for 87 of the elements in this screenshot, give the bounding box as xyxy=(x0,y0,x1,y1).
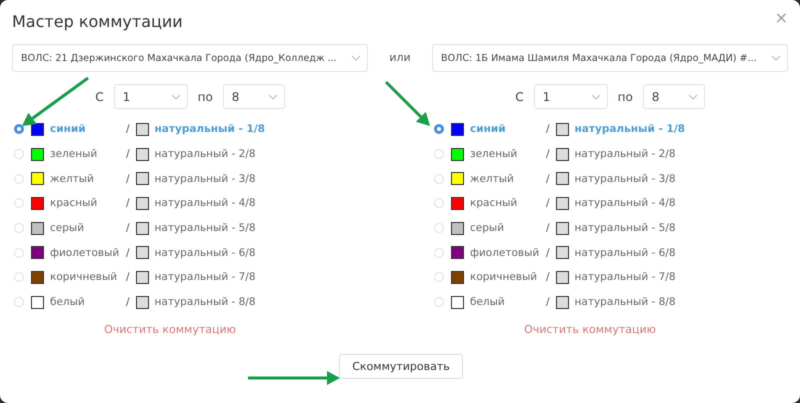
color-name: коричневый xyxy=(470,271,538,284)
fiber-label: натуральный - 4/8 xyxy=(154,197,256,210)
fiber-label: натуральный - 8/8 xyxy=(574,296,676,308)
chevron-down-icon xyxy=(771,55,781,61)
fiber-label: натуральный - 1/8 xyxy=(574,123,685,136)
arrow-drawing xyxy=(22,76,89,126)
fiber-label: натуральный - 5/8 xyxy=(154,222,256,234)
color-name: синий xyxy=(50,123,87,136)
connect-button[interactable]: Скоммутировать xyxy=(339,354,463,378)
slash: / xyxy=(126,246,130,259)
slash: / xyxy=(546,172,550,185)
fiber-label: натуральный - 3/8 xyxy=(154,172,256,185)
from-select[interactable]: 1 xyxy=(534,84,608,109)
cable-select[interactable]: ВОЛС: 1Б Имама Шамиля Махачкала Города (Ядро_МАДИ) #... xyxy=(432,44,788,72)
chevron-down-icon xyxy=(351,55,361,61)
fiber-swatch xyxy=(556,196,569,210)
slash: / xyxy=(126,148,130,160)
or-label: или xyxy=(389,51,411,64)
slash: / xyxy=(546,222,550,234)
fiber-swatch xyxy=(136,246,149,260)
fiber-label: натуральный - 1/8 xyxy=(154,123,265,136)
color-name: красный xyxy=(50,197,98,210)
to-select[interactable]: 8 xyxy=(642,84,705,109)
fiber-swatch xyxy=(136,172,149,186)
to-select[interactable]: 8 xyxy=(222,84,285,109)
fiber-swatch xyxy=(556,296,569,309)
slash: / xyxy=(126,296,130,308)
fiber-label: натуральный - 5/8 xyxy=(574,222,676,234)
fiber-swatch xyxy=(556,122,569,136)
slash: / xyxy=(546,123,550,136)
fiber-swatch xyxy=(136,122,149,136)
color-name: коричневый xyxy=(50,271,118,284)
fiber-label: натуральный - 4/8 xyxy=(574,197,676,210)
slash: / xyxy=(126,271,130,284)
to-label: по xyxy=(618,90,633,104)
arrow-drawing xyxy=(384,80,430,126)
color-name: синий xyxy=(470,123,507,136)
from-label: С xyxy=(515,90,524,104)
radio-button[interactable] xyxy=(434,124,444,134)
color-name: желтый xyxy=(470,172,515,185)
fiber-label: натуральный - 7/8 xyxy=(154,271,256,284)
slash: / xyxy=(126,172,130,185)
color-name: зеленый xyxy=(470,148,518,160)
chevron-down-icon xyxy=(688,94,698,100)
fiber-swatch xyxy=(136,148,149,161)
from-label: С xyxy=(95,90,104,104)
radio-button[interactable] xyxy=(14,124,24,134)
fiber-swatch xyxy=(136,270,149,284)
fiber-label: натуральный - 6/8 xyxy=(574,246,676,259)
fiber-label: натуральный - 2/8 xyxy=(154,148,256,160)
cable-select[interactable]: ВОЛС: 21 Дзержинского Махачкала Города (Ядро_Колледж ... xyxy=(12,44,368,72)
fiber-swatch xyxy=(556,172,569,186)
slash: / xyxy=(126,222,130,234)
fiber-swatch xyxy=(556,246,569,260)
chevron-down-icon xyxy=(170,94,181,100)
color-name: фиолетовый xyxy=(470,246,540,259)
color-name: белый xyxy=(50,296,86,308)
fiber-label: натуральный - 8/8 xyxy=(154,296,256,308)
fiber-swatch xyxy=(556,270,569,284)
fiber-label: натуральный - 6/8 xyxy=(154,246,256,259)
color-name: красный xyxy=(470,197,518,210)
fiber-swatch xyxy=(556,222,569,235)
from-select[interactable]: 1 xyxy=(114,84,188,109)
chevron-down-icon xyxy=(268,94,278,100)
fiber-swatch xyxy=(136,222,149,235)
fiber-label: натуральный - 3/8 xyxy=(574,172,676,185)
slash: / xyxy=(546,148,550,160)
color-name: серый xyxy=(50,222,86,234)
chevron-down-icon xyxy=(590,94,601,100)
color-name: фиолетовый xyxy=(50,246,120,259)
color-name: желтый xyxy=(50,172,95,185)
slash: / xyxy=(546,271,550,284)
fiber-swatch xyxy=(556,148,569,161)
slash: / xyxy=(546,197,550,210)
slash: / xyxy=(546,296,550,308)
color-name: зеленый xyxy=(50,148,98,160)
slash: / xyxy=(126,197,130,210)
slash: / xyxy=(126,123,130,136)
dialog-title: Мастер коммутации xyxy=(12,11,183,33)
fiber-label: натуральный - 2/8 xyxy=(574,148,676,160)
slash: / xyxy=(546,246,550,259)
fiber-label: натуральный - 7/8 xyxy=(574,271,676,284)
color-name: белый xyxy=(470,296,506,308)
fiber-swatch xyxy=(136,296,149,309)
fiber-swatch xyxy=(136,196,149,210)
to-label: по xyxy=(198,90,213,104)
color-name: серый xyxy=(470,222,506,234)
